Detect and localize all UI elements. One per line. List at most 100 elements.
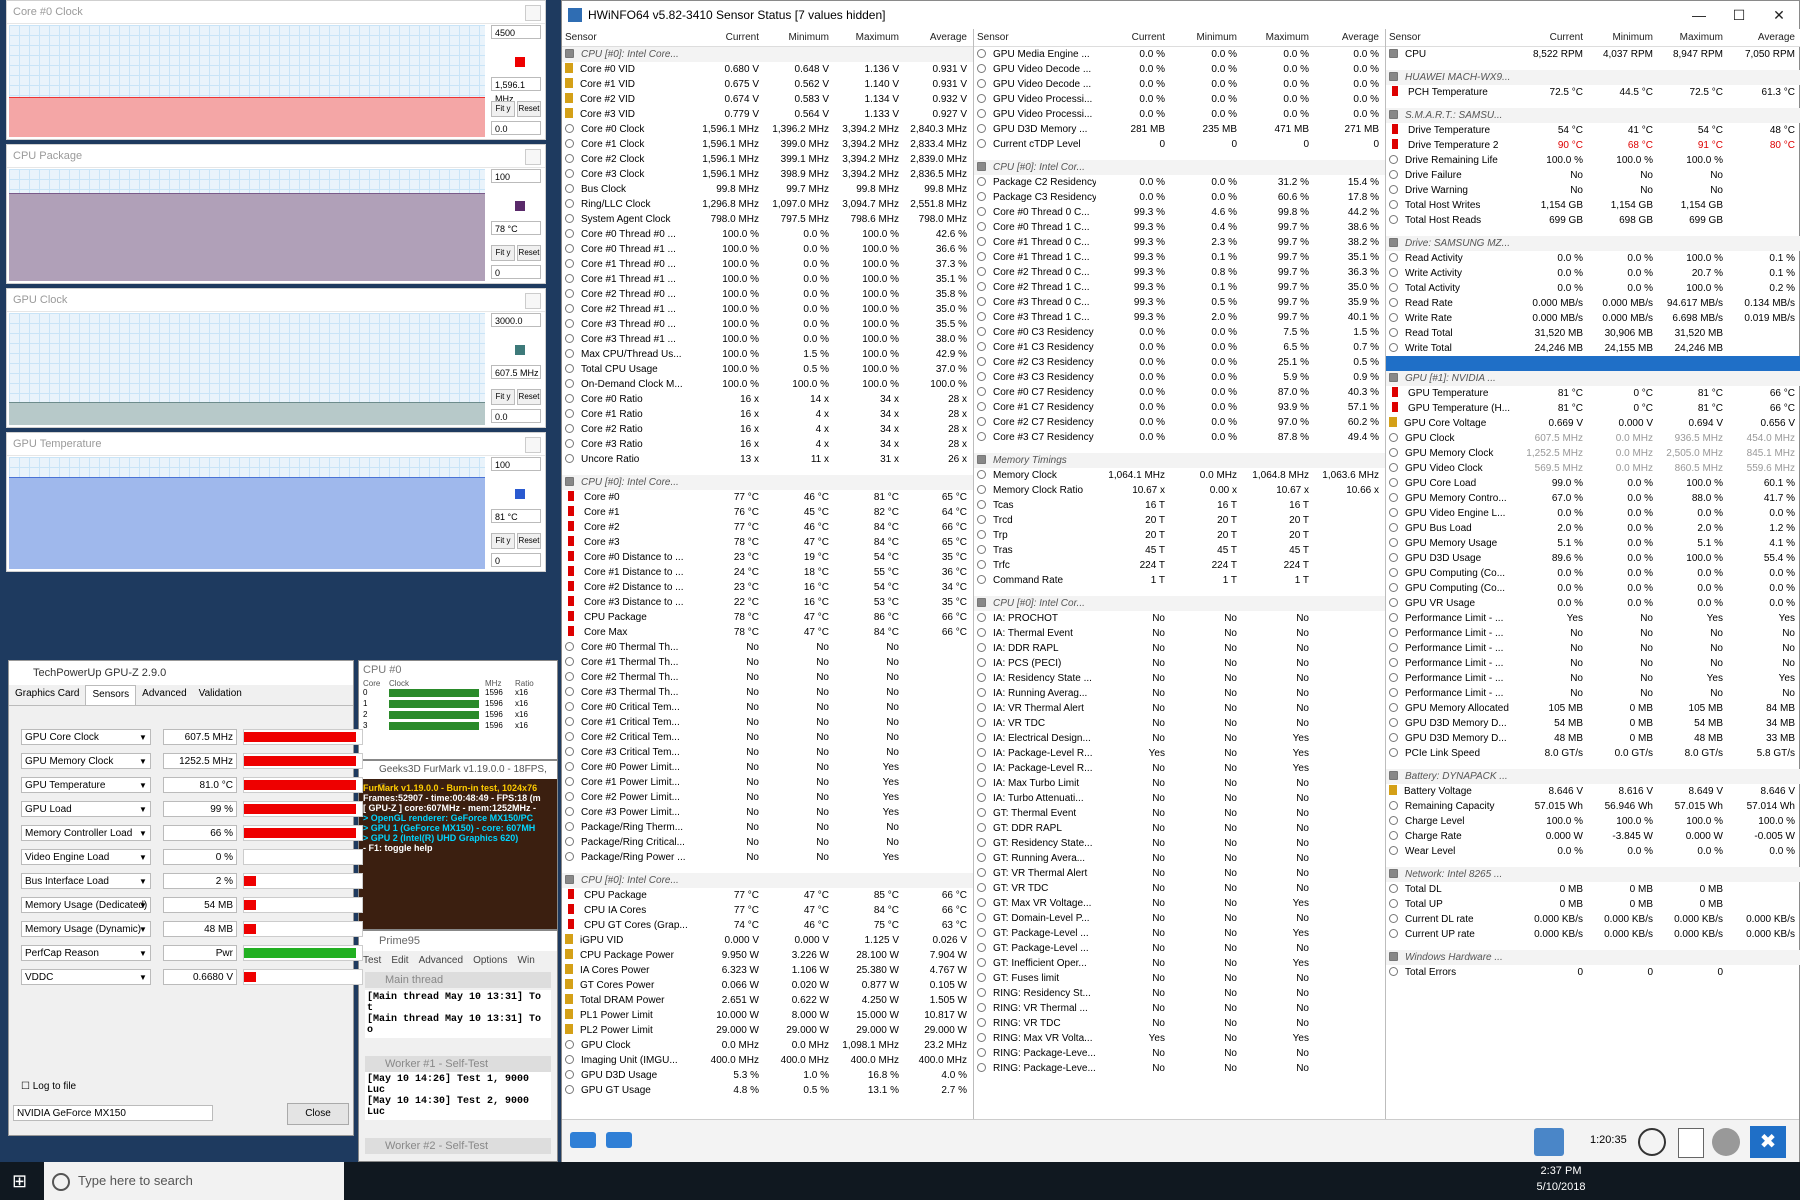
sensor-row[interactable]: GPU VR Usage 0.0 % 0.0 % 0.0 % 0.0 % <box>1386 596 1800 611</box>
sensor-row[interactable]: Core #3 Power Limit... No No Yes <box>562 805 973 820</box>
sensor-row[interactable]: Core #3 Clock 1,596.1 MHz 398.9 MHz 3,394.2… <box>562 167 973 182</box>
sensor-row[interactable]: Wear Level 0.0 % 0.0 % 0.0 % 0.0 % <box>1386 844 1800 859</box>
sensor-row[interactable]: GT: Package-Level ... No No Yes <box>974 926 1385 941</box>
header-current[interactable]: Current <box>1516 29 1586 46</box>
sensor-row[interactable]: GT: Residency State... No No No <box>974 836 1385 851</box>
sensor-row[interactable]: PCIe Link Speed 8.0 GT/s 0.0 GT/s 8.0 GT/s 5… <box>1386 746 1800 761</box>
header-maximum[interactable]: Maximum <box>1656 29 1726 46</box>
sensor-row[interactable]: IA: Max Turbo Limit No No No <box>974 776 1385 791</box>
sensor-row[interactable]: Tcas 16 T 16 T 16 T <box>974 498 1385 513</box>
chevron-down-icon[interactable]: ▼ <box>139 949 147 958</box>
sensor-row[interactable]: RING: Package-Leve... No No No <box>974 1061 1385 1076</box>
sensor-row[interactable]: GPU Media Engine ... 0.0 % 0.0 % 0.0 % 0.0 % <box>974 47 1385 62</box>
sensor-group[interactable]: CPU [#0]: Intel Cor... <box>974 596 1385 611</box>
clock-icon[interactable] <box>1638 1128 1666 1156</box>
sensor-column-1[interactable]: Sensor Current Minimum Maximum Average CPU [#… <box>562 29 974 1119</box>
gpuz-tab[interactable]: Graphics Card <box>9 685 85 705</box>
graph-max[interactable]: 100 <box>491 169 541 183</box>
chevron-down-icon[interactable]: ▼ <box>139 757 147 766</box>
sensor-row[interactable]: Core #2 Distance to ... 23 °C 16 °C 54 °C 34… <box>562 580 973 595</box>
sensor-row[interactable]: Total DRAM Power 2.651 W 0.622 W 4.250 W 1.5… <box>562 993 973 1008</box>
sensor-row[interactable]: On-Demand Clock M... 100.0 % 100.0 % 100.0 … <box>562 377 973 392</box>
sensor-row[interactable]: Memory Clock Ratio 10.67 x 0.00 x 10.67 x 10… <box>974 483 1385 498</box>
sensor-row[interactable]: GPU Video Clock 569.5 MHz 0.0 MHz 860.5 MHz… <box>1386 461 1800 476</box>
sensor-row[interactable]: GPU Bus Load 2.0 % 0.0 % 2.0 % 1.2 % <box>1386 521 1800 536</box>
header-current[interactable]: Current <box>1096 29 1168 46</box>
sensor-row[interactable]: Total Host Reads 699 GB 698 GB 699 GB <box>1386 213 1800 228</box>
gpuz-tab[interactable]: Validation <box>193 685 248 705</box>
sensor-row[interactable]: Performance Limit - ... No No Yes Yes <box>1386 671 1800 686</box>
sensor-row[interactable]: Core #3 Thread 1 C... 99.3 % 2.0 % 99.7 % 40… <box>974 310 1385 325</box>
chevron-down-icon[interactable]: ▼ <box>139 733 147 742</box>
tray-time[interactable]: 2:37 PM <box>1520 1165 1602 1177</box>
graph-close-icon[interactable] <box>525 437 541 453</box>
header-average[interactable]: Average <box>1726 29 1798 46</box>
sensor-row[interactable]: GPU D3D Usage 5.3 % 1.0 % 16.8 % 4.0 % <box>562 1068 973 1083</box>
sensor-row[interactable]: RING: Residency St... No No No <box>974 986 1385 1001</box>
sensor-row[interactable]: GPU Video Processi... 0.0 % 0.0 % 0.0 % 0.0 … <box>974 92 1385 107</box>
sensor-row[interactable]: Core #3 C7 Residency 0.0 % 0.0 % 87.8 % 49.4… <box>974 430 1385 445</box>
sensor-row[interactable]: Core #3 C3 Residency 0.0 % 0.0 % 5.9 % 0.9 % <box>974 370 1385 385</box>
sensor-row[interactable]: RING: VR Thermal ... No No No <box>974 1001 1385 1016</box>
chevron-down-icon[interactable]: ▼ <box>139 877 147 886</box>
graph-close-icon[interactable] <box>525 5 541 21</box>
chevron-down-icon[interactable]: ▼ <box>139 853 147 862</box>
sensor-row[interactable]: IA: Thermal Event No No No <box>974 626 1385 641</box>
sensor-row[interactable]: Command Rate 1 T1 T1 T <box>974 573 1385 588</box>
sensor-row[interactable]: GPU Temperature (H... 81 °C 0 °C 81 °C 66 °C <box>1386 401 1800 416</box>
tray-date[interactable]: 5/10/2018 <box>1520 1181 1602 1193</box>
sensor-group[interactable]: CPU [#0]: Intel Cor... <box>974 160 1385 175</box>
selected-row[interactable] <box>1386 356 1800 371</box>
sensor-row[interactable]: Core #2 Thread 0 C... 99.3 % 0.8 % 99.7 % 36… <box>974 265 1385 280</box>
header-minimum[interactable]: Minimum <box>1586 29 1656 46</box>
gpuz-sensor-label[interactable]: GPU Core Clock <box>21 729 151 745</box>
sensor-group[interactable]: S.M.A.R.T.: SAMSU... <box>1386 108 1800 123</box>
sensor-row[interactable]: IA: Package-Level R... Yes No Yes <box>974 746 1385 761</box>
sensor-row[interactable]: GT: Fuses limit No No No <box>974 971 1385 986</box>
sensor-row[interactable]: Remaining Capacity 57.015 Wh 56.946 Wh 57.0… <box>1386 799 1800 814</box>
sensor-row[interactable]: Total UP 0 MB 0 MB 0 MB <box>1386 897 1800 912</box>
sensor-row[interactable]: CPU Package 77 °C 47 °C 85 °C 66 °C <box>562 888 973 903</box>
sensor-row[interactable]: Trfc 224 T 224 T 224 T <box>974 558 1385 573</box>
sensor-row[interactable]: Core #2 Thread #0 ... 100.0 % 0.0 % 100.0 %… <box>562 287 973 302</box>
graph-min[interactable]: 0 <box>491 553 541 567</box>
sensor-column-3[interactable]: Sensor Current Minimum Maximum Average CPU 8,5… <box>1386 29 1800 1119</box>
graph-color-swatch[interactable] <box>515 345 525 355</box>
graph-min[interactable]: 0 <box>491 265 541 279</box>
sensor-row[interactable]: IA: PROCHOT No No No <box>974 611 1385 626</box>
sensor-row[interactable]: Performance Limit - ... Yes No Yes Yes <box>1386 611 1800 626</box>
sensor-row[interactable]: Core #3 Thread #1 ... 100.0 % 0.0 % 100.0 %… <box>562 332 973 347</box>
sensor-row[interactable]: Package/Ring Critical... No No No <box>562 835 973 850</box>
chevron-down-icon[interactable]: ▼ <box>139 829 147 838</box>
sensor-row[interactable]: GPU Core Voltage 0.669 V 0.000 V 0.694 V 0.6… <box>1386 416 1800 431</box>
sensor-row[interactable]: Core #3 Thread #0 ... 100.0 % 0.0 % 100.0 %… <box>562 317 973 332</box>
sensor-row[interactable]: IA: Turbo Attenuati... No No No <box>974 791 1385 806</box>
sensor-row[interactable]: Imaging Unit (IMGU... 400.0 MHz 400.0 MHz 4… <box>562 1053 973 1068</box>
sensor-row[interactable]: Write Total 24,246 MB 24,155 MB 24,246 MB <box>1386 341 1800 356</box>
sensor-row[interactable]: Package C2 Residency 0.0 % 0.0 % 31.2 % 15.4… <box>974 175 1385 190</box>
sensor-row[interactable]: GPU Video Processi... 0.0 % 0.0 % 0.0 % 0.0 … <box>974 107 1385 122</box>
sensor-row[interactable]: GPU Memory Clock 1,252.5 MHz 0.0 MHz 2,505.… <box>1386 446 1800 461</box>
search-box[interactable]: Type here to search <box>44 1162 344 1200</box>
close-button[interactable]: ✕ <box>1759 1 1799 29</box>
sensor-row[interactable]: Core #1 Thermal Th... No No No <box>562 655 973 670</box>
sensor-group[interactable]: CPU [#0]: Intel Core... <box>562 475 973 490</box>
reset-button[interactable]: Reset <box>517 533 541 549</box>
sensor-row[interactable]: IA: VR Thermal Alert No No No <box>974 701 1385 716</box>
sensor-row[interactable]: Read Total 31,520 MB 30,906 MB 31,520 MB <box>1386 326 1800 341</box>
sensor-row[interactable]: Memory Clock 1,064.1 MHz 0.0 MHz 1,064.8 MH… <box>974 468 1385 483</box>
sensor-row[interactable]: Core #1 C7 Residency 0.0 % 0.0 % 93.9 % 57.1… <box>974 400 1385 415</box>
sensor-row[interactable]: GPU D3D Usage 89.6 % 0.0 % 100.0 % 55.4 % <box>1386 551 1800 566</box>
sensor-row[interactable]: Core #2 Power Limit... No No Yes <box>562 790 973 805</box>
header-minimum[interactable]: Minimum <box>762 29 832 46</box>
gpuz-sensor-label[interactable]: GPU Memory Clock <box>21 753 151 769</box>
sensor-row[interactable]: Core #2 Thread #1 ... 100.0 % 0.0 % 100.0 %… <box>562 302 973 317</box>
prime95-menu-item[interactable]: Win <box>518 955 535 966</box>
prime95-menu-item[interactable]: Advanced <box>419 955 463 966</box>
sensor-row[interactable]: Core #2 Thermal Th... No No No <box>562 670 973 685</box>
sensor-row[interactable]: Trp 20 T 20 T 20 T <box>974 528 1385 543</box>
sensor-group[interactable]: CPU [#0]: Intel Core... <box>562 873 973 888</box>
sensor-row[interactable]: Core #0 VID 0.680 V 0.648 V 1.136 V 0.931 V <box>562 62 973 77</box>
graph-close-icon[interactable] <box>525 293 541 309</box>
sensor-row[interactable]: CPU IA Cores 77 °C 47 °C 84 °C 66 °C <box>562 903 973 918</box>
